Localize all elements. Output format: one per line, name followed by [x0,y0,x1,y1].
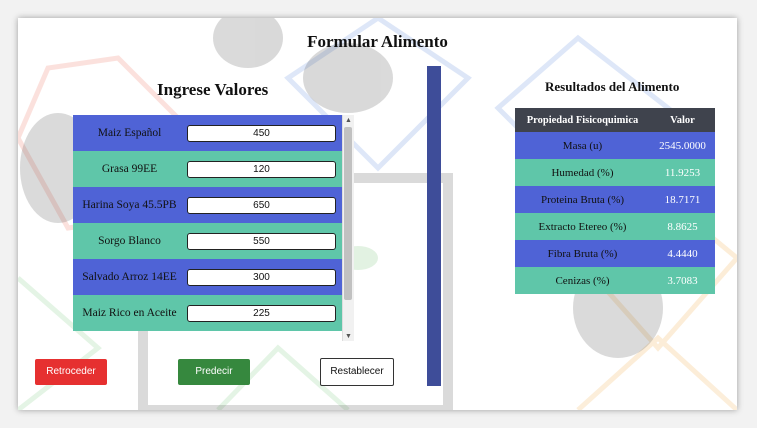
value-cell: 2545.0000 [659,139,706,152]
table-row: Proteina Bruta (%) 18.7171 [515,186,715,213]
results-table: Propiedad Fisicoquimica Valor Masa (u) 2… [515,108,715,294]
table-row: Humedad (%) 11.9253 [515,159,715,186]
property-cell: Humedad (%) [551,166,614,179]
property-cell: Masa (u) [562,139,603,152]
form-heading: Ingrese Valores [157,80,269,99]
table-row: Extracto Etereo (%) 8.8625 [515,213,715,240]
scroll-up-icon[interactable]: ▲ [343,115,354,125]
scroll-down-icon[interactable]: ▼ [343,331,354,341]
ingredient-label: Maiz Español [97,127,162,139]
value-cell: 3.7083 [667,274,698,287]
form-row: Maiz Español 450 [73,115,354,151]
ingredient-label: Harina Soya 45.5PB [82,199,177,211]
ingredient-input-salvado-arroz[interactable]: 300 [187,268,336,286]
app-window: Formular Alimento Ingrese Valores Result… [18,18,737,410]
table-row: Masa (u) 2545.0000 [515,132,715,159]
column-header-property: Propiedad Fisicoquimica [526,114,639,126]
value-cell: 11.9253 [664,166,701,179]
value-cell: 4.4440 [667,247,698,260]
ingredient-label: Salvado Arroz 14EE [82,271,177,283]
back-button[interactable]: Retroceder [35,359,107,385]
form-row: Sorgo Blanco 550 [73,223,354,259]
ingredient-label: Sorgo Blanco [98,235,161,247]
form-row: Grasa 99EE 120 [73,151,354,187]
form-row: Harina Soya 45.5PB 650 [73,187,354,223]
vertical-divider [427,66,441,386]
predict-button[interactable]: Predecir [178,359,250,385]
results-heading: Resultados del Alimento [545,79,680,94]
ingredient-form: Maiz Español 450 Grasa 99EE 120 Harina S… [73,115,354,341]
ingredient-input-harina-soya[interactable]: 650 [187,196,336,214]
property-cell: Fibra Bruta (%) [547,247,618,260]
page-title: Formular Alimento [307,32,448,51]
scrollbar-thumb[interactable] [344,127,352,300]
ingredient-input-sorgo-blanco[interactable]: 550 [187,232,336,250]
results-table-header: Propiedad Fisicoquimica Valor [515,108,715,132]
column-header-value: Valor [670,114,695,126]
ingredient-input-maiz-rico[interactable]: 225 [187,304,336,322]
property-cell: Proteina Bruta (%) [540,193,625,206]
property-cell: Cenizas (%) [555,274,610,287]
ingredient-label: Grasa 99EE [101,163,158,175]
table-row: Cenizas (%) 3.7083 [515,267,715,294]
ingredient-input-grasa[interactable]: 120 [187,160,336,178]
property-cell: Extracto Etereo (%) [538,220,627,233]
form-row: Maiz Rico en Aceite 225 [73,295,354,331]
form-row: Salvado Arroz 14EE 300 [73,259,354,295]
ingredient-label: Maiz Rico en Aceite [82,307,177,319]
reset-button[interactable]: Restablecer [320,358,394,386]
value-cell: 18.7171 [664,193,701,206]
ingredient-input-maiz-espanol[interactable]: 450 [187,124,336,142]
form-scrollbar[interactable]: ▲ ▼ [342,115,354,341]
value-cell: 8.8625 [667,220,698,233]
table-row: Fibra Bruta (%) 4.4440 [515,240,715,267]
